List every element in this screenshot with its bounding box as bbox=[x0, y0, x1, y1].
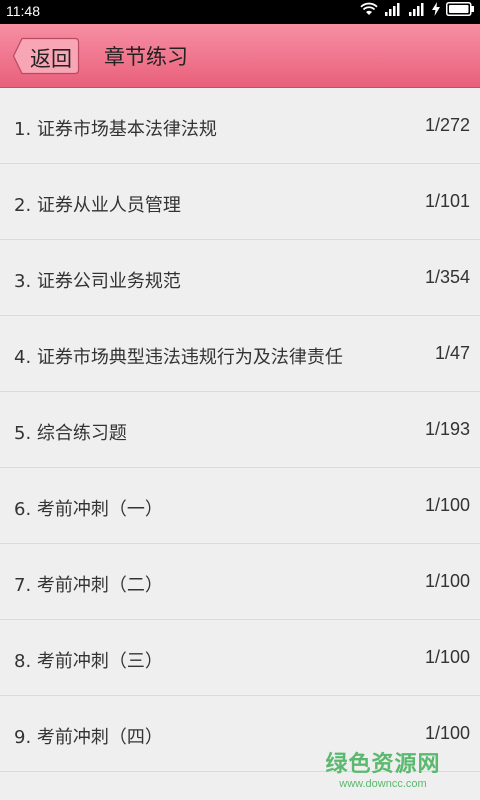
chapter-item[interactable]: 8. 考前冲刺（三） 1/100 bbox=[0, 620, 480, 696]
chapter-item[interactable]: 1. 证券市场基本法律法规 1/272 bbox=[0, 88, 480, 164]
chapter-progress: 1/193 bbox=[424, 419, 470, 439]
chapter-title: 3. 证券公司业务规范 bbox=[14, 271, 181, 292]
charging-icon bbox=[432, 2, 440, 20]
battery-icon bbox=[446, 2, 474, 20]
chapter-progress: 1/100 bbox=[424, 723, 470, 743]
back-button[interactable]: 返回 bbox=[12, 37, 80, 75]
status-time: 11:48 bbox=[6, 3, 40, 19]
chapter-progress: 1/272 bbox=[424, 115, 470, 135]
chapter-item[interactable]: 6. 考前冲刺（一） 1/100 bbox=[0, 468, 480, 544]
chapter-progress: 1/47 bbox=[434, 343, 470, 363]
signal-icon bbox=[384, 2, 402, 20]
chapter-item[interactable]: 2. 证券从业人员管理 1/101 bbox=[0, 164, 480, 240]
chapter-item[interactable]: 5. 综合练习题 1/193 bbox=[0, 392, 480, 468]
back-label: 返回 bbox=[30, 47, 72, 71]
watermark-url: www.downcc.com bbox=[339, 778, 427, 790]
chapter-title: 9. 考前冲刺（四） bbox=[14, 727, 163, 748]
chapter-item[interactable]: 7. 考前冲刺（二） 1/100 bbox=[0, 544, 480, 620]
wifi-icon bbox=[360, 2, 378, 20]
chapter-item[interactable]: 9. 考前冲刺（四） 1/100 bbox=[0, 696, 480, 772]
chapter-title: 2. 证券从业人员管理 bbox=[14, 195, 181, 216]
chapter-title: 4. 证券市场典型违法违规行为及法律责任 bbox=[14, 347, 343, 368]
chapter-title: 5. 综合练习题 bbox=[14, 423, 127, 444]
chapter-item[interactable]: 3. 证券公司业务规范 1/354 bbox=[0, 240, 480, 316]
status-bar: 11:48 bbox=[0, 0, 480, 24]
chapter-progress: 1/100 bbox=[424, 495, 470, 515]
chapter-progress: 1/100 bbox=[424, 571, 470, 591]
chapter-progress: 1/354 bbox=[424, 267, 470, 287]
chapter-title: 6. 考前冲刺（一） bbox=[14, 499, 163, 520]
chapter-list: 1. 证券市场基本法律法规 1/272 2. 证券从业人员管理 1/101 3.… bbox=[0, 88, 480, 772]
page-title: 章节练习 bbox=[104, 45, 188, 69]
chapter-progress: 1/101 bbox=[424, 191, 470, 211]
chapter-progress: 1/100 bbox=[424, 647, 470, 667]
signal-icon bbox=[408, 2, 426, 20]
chapter-item[interactable]: 4. 证券市场典型违法违规行为及法律责任 1/47 bbox=[0, 316, 480, 392]
chapter-title: 8. 考前冲刺（三） bbox=[14, 651, 163, 672]
chapter-title: 7. 考前冲刺（二） bbox=[14, 575, 163, 596]
status-icons bbox=[360, 2, 474, 20]
app-header: 返回 章节练习 bbox=[0, 24, 480, 88]
chapter-title: 1. 证券市场基本法律法规 bbox=[14, 119, 217, 140]
